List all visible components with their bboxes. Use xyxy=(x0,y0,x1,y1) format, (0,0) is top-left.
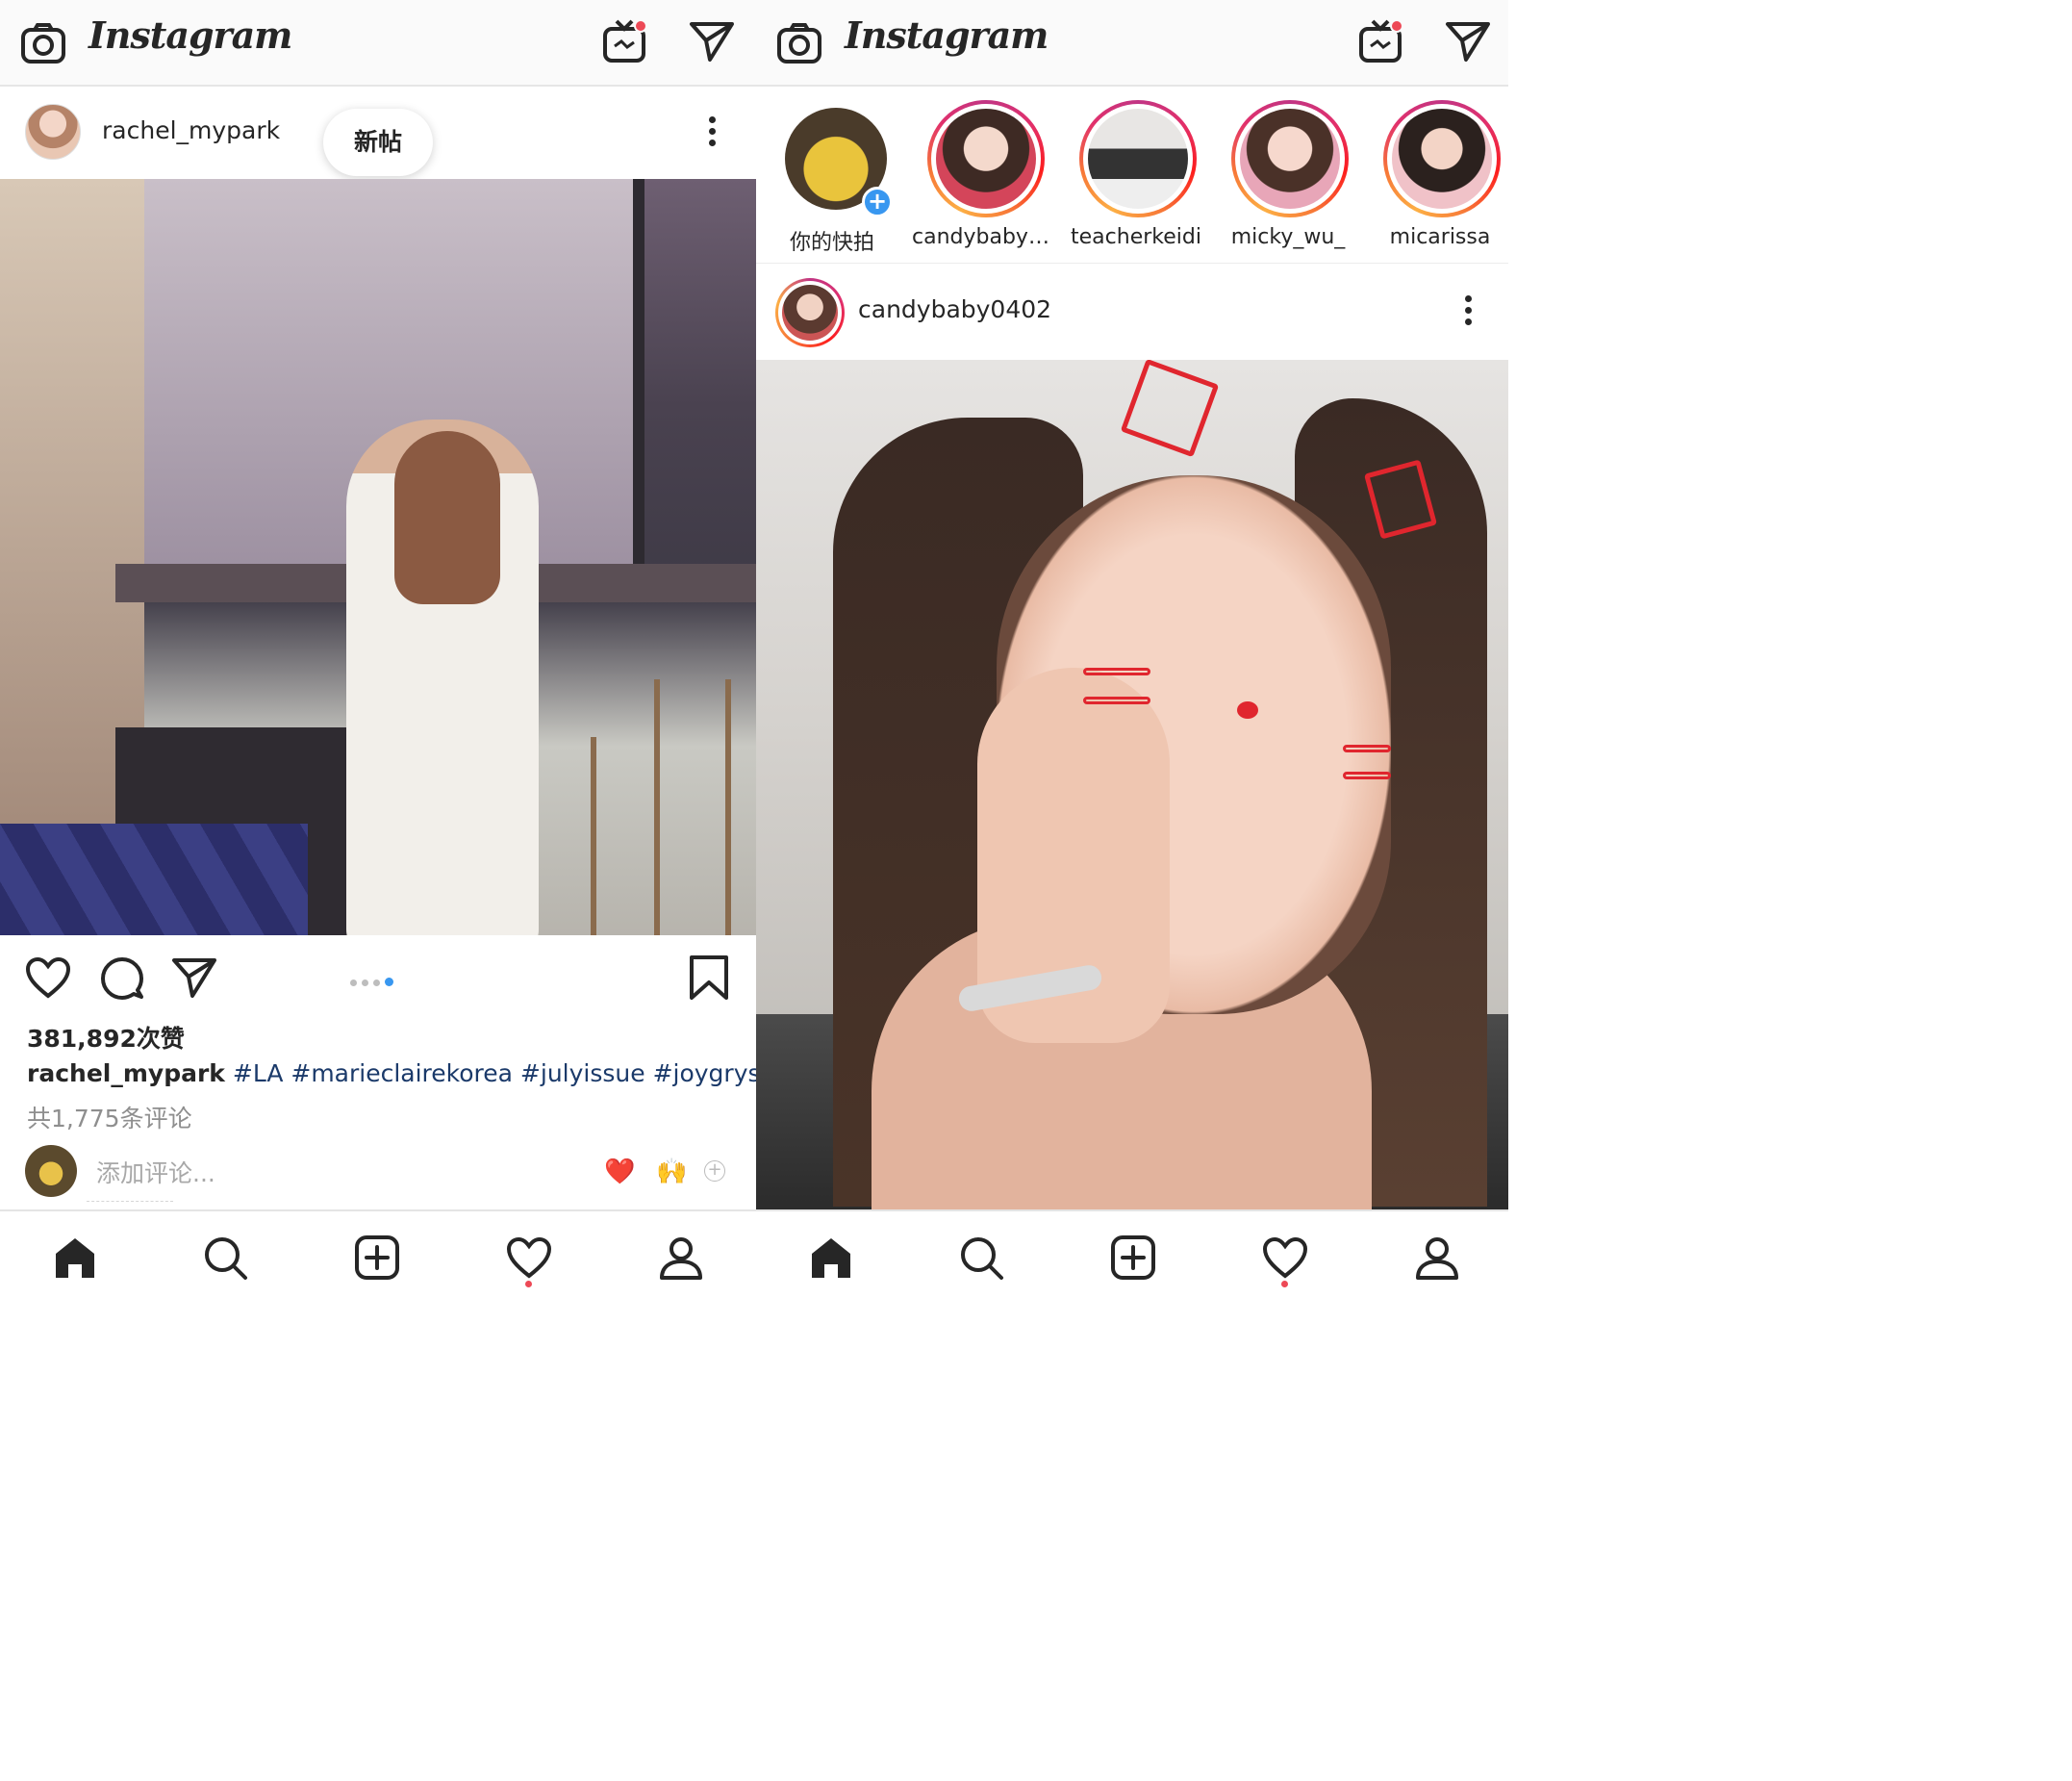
story-mine[interactable]: + 你的快拍 xyxy=(770,100,895,255)
post-author-avatar[interactable] xyxy=(775,278,845,347)
story-item[interactable]: candybaby0... xyxy=(912,100,1056,254)
my-avatar xyxy=(25,1145,77,1197)
stories-tray: + 你的快拍 candybaby0... teacherkeidi micky_… xyxy=(756,89,1508,264)
story-label: teacherkeidi xyxy=(1071,225,1201,249)
like-count[interactable]: 381,892次赞 xyxy=(27,1020,185,1055)
home-icon[interactable] xyxy=(52,1234,98,1281)
instagram-logo: Instagram xyxy=(845,13,1049,57)
divider xyxy=(87,1201,173,1209)
post-author-username[interactable]: candybaby0402 xyxy=(858,295,1051,323)
home-icon[interactable] xyxy=(808,1234,854,1281)
activity-icon[interactable] xyxy=(1262,1234,1308,1281)
post-photo[interactable] xyxy=(0,179,756,935)
post-author-avatar[interactable] xyxy=(25,104,81,160)
quick-emoji-raised-hands[interactable]: 🙌 xyxy=(656,1158,687,1186)
story-item[interactable]: micarissa xyxy=(1377,100,1503,254)
igtv-icon[interactable] xyxy=(602,17,650,65)
more-options-icon[interactable] xyxy=(1463,295,1473,328)
direct-message-icon[interactable] xyxy=(1445,19,1491,64)
story-item[interactable]: teacherkeidi xyxy=(1071,100,1201,254)
post-photo[interactable] xyxy=(756,360,1508,1209)
activity-icon[interactable] xyxy=(506,1234,552,1281)
new-post-icon[interactable] xyxy=(354,1234,400,1281)
story-item[interactable]: micky_wu_ xyxy=(1226,100,1351,254)
comment-icon[interactable] xyxy=(100,956,144,1001)
camera-icon[interactable] xyxy=(21,23,65,64)
new-post-icon[interactable] xyxy=(1110,1234,1156,1281)
caption-hashtags[interactable]: #LA #marieclairekorea #julyissue #joygry… xyxy=(233,1059,756,1087)
share-icon[interactable] xyxy=(171,956,217,999)
right-screen: Instagram + 你的快拍 candybaby0... teacherke… xyxy=(756,0,1508,1296)
top-bar: Instagram xyxy=(0,0,756,87)
quick-emoji-heart[interactable]: ❤️ xyxy=(604,1158,635,1186)
activity-notification-dot xyxy=(1281,1281,1288,1287)
camera-icon[interactable] xyxy=(777,23,821,64)
instagram-logo: Instagram xyxy=(88,13,292,57)
view-all-comments-link[interactable]: 共1,775条评论 xyxy=(27,1100,192,1134)
profile-icon[interactable] xyxy=(658,1234,704,1281)
more-options-icon[interactable] xyxy=(707,116,717,149)
carousel-indicator xyxy=(350,972,398,986)
igtv-icon[interactable] xyxy=(1358,17,1406,65)
more-emoji-icon[interactable]: + xyxy=(704,1160,725,1182)
direct-message-icon[interactable] xyxy=(689,19,735,64)
bottom-nav xyxy=(0,1209,756,1296)
search-icon[interactable] xyxy=(202,1234,248,1281)
left-screen: Instagram rachel_mypark 新帖 381,892次赞 rac… xyxy=(0,0,756,1296)
profile-icon[interactable] xyxy=(1414,1234,1460,1281)
story-label: candybaby0... xyxy=(912,225,1056,249)
activity-notification-dot xyxy=(525,1281,532,1287)
post-author-username[interactable]: rachel_mypark xyxy=(102,116,280,144)
post-caption: rachel_mypark #LA #marieclairekorea #jul… xyxy=(27,1059,756,1087)
add-story-icon[interactable]: + xyxy=(862,187,893,217)
add-comment-input[interactable]: 添加评论... xyxy=(96,1155,215,1189)
caption-username[interactable]: rachel_mypark xyxy=(27,1059,225,1087)
top-bar: Instagram xyxy=(756,0,1508,87)
story-label: micky_wu_ xyxy=(1230,225,1346,249)
search-icon[interactable] xyxy=(958,1234,1004,1281)
story-label: micarissa xyxy=(1389,225,1491,249)
like-heart-icon[interactable] xyxy=(25,956,71,999)
story-label: 你的快拍 xyxy=(789,231,874,255)
bottom-nav xyxy=(756,1209,1508,1296)
bookmark-icon[interactable] xyxy=(689,954,729,1001)
new-posts-pill[interactable]: 新帖 xyxy=(323,109,433,176)
